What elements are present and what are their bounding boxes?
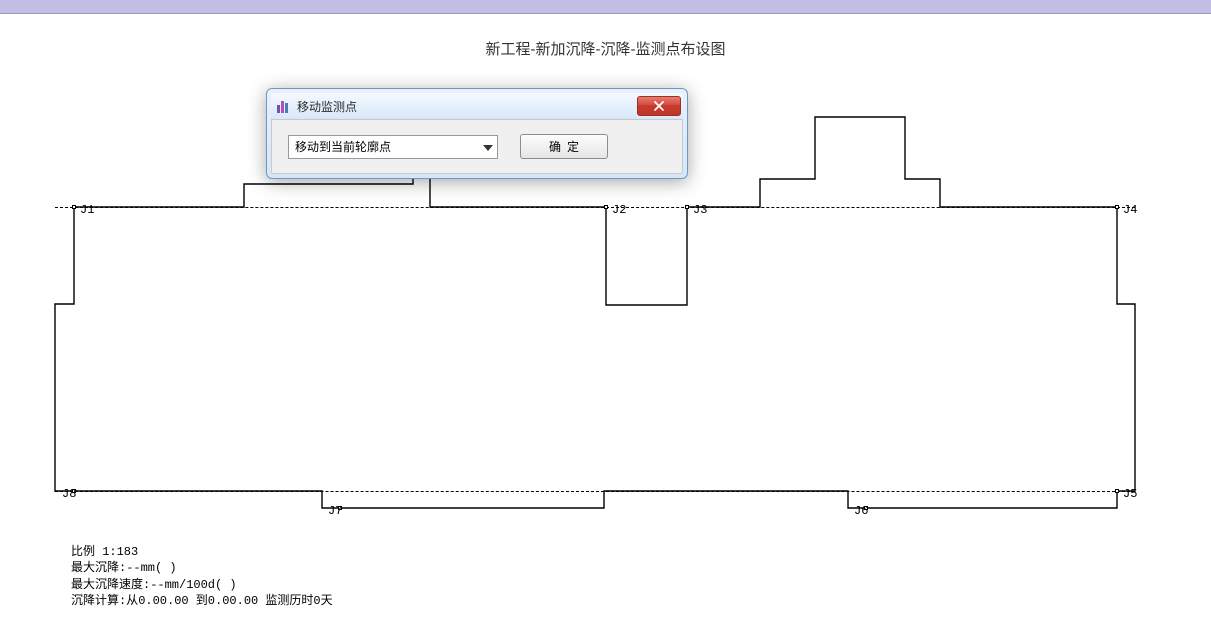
point-label-j8: J8 <box>62 487 76 501</box>
stats-block: 比例 1:183 最大沉降:--mm( ) 最大沉降速度:--mm/100d( … <box>71 544 333 609</box>
confirm-button[interactable]: 确定 <box>520 134 608 159</box>
point-label-j5: J5 <box>1123 487 1137 501</box>
select-value: 移动到当前轮廓点 <box>295 138 391 155</box>
move-target-select[interactable]: 移动到当前轮廓点 <box>288 135 498 159</box>
app-icon <box>275 98 291 114</box>
chevron-down-icon <box>483 140 493 154</box>
page-title: 新工程-新加沉降-沉降-监测点布设图 <box>0 38 1211 59</box>
point-label-j4: J4 <box>1123 203 1137 217</box>
point-marker-j5[interactable] <box>1115 489 1119 493</box>
point-marker-j1[interactable] <box>72 205 76 209</box>
dialog-titlebar[interactable]: 移动监测点 <box>271 93 683 119</box>
close-icon <box>653 100 665 112</box>
point-label-j7: J7 <box>328 504 342 518</box>
point-marker-j2[interactable] <box>604 205 608 209</box>
dialog-body: 移动到当前轮廓点 确定 <box>271 119 683 174</box>
move-point-dialog: 移动监测点 移动到当前轮廓点 确定 <box>266 88 688 179</box>
point-label-j3: J3 <box>693 203 707 217</box>
point-marker-j3[interactable] <box>685 205 689 209</box>
guide-line-bottom <box>55 491 1135 492</box>
guide-line-top <box>55 207 1135 208</box>
dialog-title: 移动监测点 <box>297 98 637 115</box>
stat-max-settle: 最大沉降:--mm( ) <box>71 560 333 576</box>
stat-max-speed: 最大沉降速度:--mm/100d( ) <box>71 577 333 593</box>
top-strip <box>0 0 1211 14</box>
point-label-j6: J6 <box>854 504 868 518</box>
point-marker-j4[interactable] <box>1115 205 1119 209</box>
stat-calc: 沉降计算:从0.00.00 到0.00.00 监测历时0天 <box>71 593 333 609</box>
close-button[interactable] <box>637 96 681 116</box>
point-label-j1: J1 <box>80 203 94 217</box>
point-label-j2: J2 <box>612 203 626 217</box>
stat-scale: 比例 1:183 <box>71 544 333 560</box>
